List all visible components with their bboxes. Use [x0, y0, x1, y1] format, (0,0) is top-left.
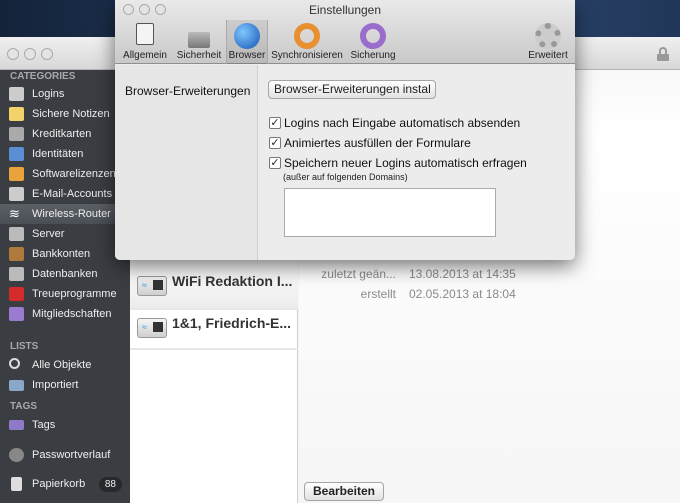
sidebar-item-papierkorb[interactable]: Papierkorb 88 — [0, 474, 130, 494]
tags-heading: TAGS — [10, 401, 38, 412]
install-extensions-button[interactable]: Browser-Erweiterungen instal — [268, 80, 436, 99]
sidebar-item-mitgliedschaften[interactable]: Mitgliedschaften — [0, 304, 130, 324]
sidebar-item-importiert[interactable]: Importiert — [0, 375, 130, 395]
trash-count-badge: 88 — [98, 477, 122, 492]
server-icon — [9, 227, 24, 241]
credit-card-icon — [9, 127, 24, 141]
preferences-toolbar: Einstellungen Allgemein Sicherheit Brows… — [115, 0, 575, 64]
sidebar-item-server[interactable]: Server — [0, 224, 130, 244]
created-value: 02.05.2013 at 18:04 — [409, 287, 516, 301]
sidebar-item-softwarelizenzen[interactable]: Softwarelizenzen — [0, 164, 130, 184]
tab-browser[interactable]: Browser — [226, 20, 268, 64]
categories-heading: CATEGORIES — [10, 71, 76, 82]
folder-icon — [9, 380, 24, 391]
close-button[interactable] — [7, 48, 19, 60]
router-icon: ≈ — [137, 276, 167, 296]
router-icon: ≈ — [137, 318, 167, 338]
software-license-icon — [9, 167, 24, 181]
zoom-button[interactable] — [41, 48, 53, 60]
checkbox[interactable]: ✓ — [269, 157, 281, 169]
section-label-column: Browser-Erweiterungen — [115, 65, 258, 260]
bow-icon — [9, 287, 24, 301]
gear-icon — [535, 23, 561, 49]
login-icon — [9, 87, 24, 101]
checkbox[interactable]: ✓ — [269, 117, 281, 129]
wifi-icon: ≋ — [9, 206, 20, 221]
list-item[interactable]: ≈ WiFi Redaktion I... — [130, 260, 298, 310]
tab-sicherung[interactable]: Sicherung — [347, 20, 399, 64]
created-label: erstellt — [360, 287, 396, 301]
membership-icon — [9, 307, 24, 321]
sidebar-item-passwortverlauf[interactable]: Passwortverlauf — [0, 445, 130, 465]
switch-icon — [136, 23, 154, 45]
browser-extensions-label: Browser-Erweiterungen — [125, 84, 251, 98]
mail-icon — [9, 187, 24, 201]
trash-icon — [11, 477, 22, 491]
sidebar-item-wireless-router[interactable]: ≋ Wireless-Router — [0, 204, 130, 224]
excluded-domains-input[interactable] — [284, 188, 496, 237]
sidebar-item-treueprogramme[interactable]: Treueprogramme — [0, 284, 130, 304]
lock-icon — [188, 32, 210, 48]
tab-erweitert[interactable]: Erweitert — [523, 20, 573, 64]
preferences-window: Einstellungen Allgemein Sicherheit Brows… — [115, 0, 575, 260]
tab-sicherheit[interactable]: Sicherheit — [173, 20, 225, 64]
lists-heading: LISTS — [10, 341, 39, 352]
sidebar: CATEGORIES Logins Sichere Notizen Kreditka… — [0, 70, 130, 503]
modified-label: zuletzt geän... — [321, 267, 396, 281]
list-item[interactable]: ≈ 1&1, Friedrich-E... — [130, 310, 298, 350]
sidebar-item-datenbanken[interactable]: Datenbanken — [0, 264, 130, 284]
search-icon — [9, 358, 20, 369]
sidebar-item-bankkonten[interactable]: Bankkonten — [0, 244, 130, 264]
identity-icon — [9, 147, 24, 161]
tag-icon — [9, 420, 24, 430]
sidebar-item-identit-ten[interactable]: Identitäten — [0, 144, 130, 164]
sidebar-item-logins[interactable]: Logins — [0, 84, 130, 104]
sync-icon — [294, 23, 320, 49]
modified-value: 13.08.2013 at 14:35 — [409, 267, 516, 281]
sidebar-item-tags[interactable]: Tags — [0, 415, 130, 435]
tab-allgemein[interactable]: Allgemein — [119, 20, 171, 64]
preferences-title: Einstellungen — [308, 3, 382, 17]
note-icon — [9, 107, 24, 121]
history-icon — [9, 448, 24, 462]
exclusion-note: (außer auf folgenden Domains) — [283, 172, 408, 182]
sidebar-item-kreditkarten[interactable]: Kreditkarten — [0, 124, 130, 144]
lock-icon[interactable] — [657, 47, 669, 61]
sidebar-item-sichere-notizen[interactable]: Sichere Notizen — [0, 104, 130, 124]
tab-synchronisieren[interactable]: Synchronisieren — [269, 20, 345, 64]
bank-icon — [9, 247, 24, 261]
sidebar-item-alle-objekte[interactable]: Alle Objekte — [0, 355, 130, 375]
edit-button[interactable]: Bearbeiten — [304, 482, 384, 501]
checkbox[interactable]: ✓ — [269, 137, 281, 149]
globe-icon — [234, 23, 260, 49]
database-icon — [9, 267, 24, 281]
minimize-button[interactable] — [24, 48, 36, 60]
sidebar-item-e-mail-accounts[interactable]: E-Mail-Accounts — [0, 184, 130, 204]
backup-icon — [360, 23, 386, 49]
